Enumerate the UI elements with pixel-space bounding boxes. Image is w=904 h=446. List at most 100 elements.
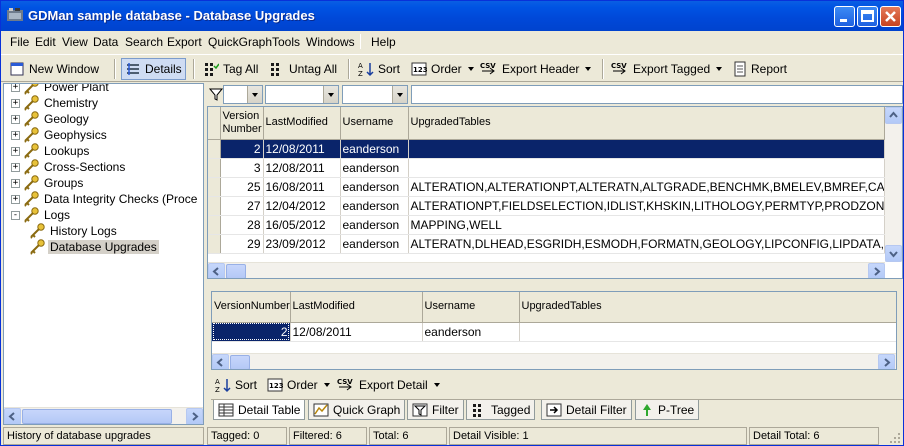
table-cell[interactable]: MAPPING,WELL: [408, 215, 885, 235]
resize-grip-icon[interactable]: [889, 432, 901, 444]
filter-combo-lastmodified[interactable]: [265, 85, 339, 104]
table-cell[interactable]: 23/09/2012: [263, 234, 341, 254]
export-header-button[interactable]: CSV Export Header: [480, 58, 592, 80]
row-indicator[interactable]: [208, 139, 221, 159]
tab-tagged[interactable]: Tagged: [466, 400, 536, 420]
menu-search[interactable]: Search: [125, 35, 163, 49]
scroll-down-arrow[interactable]: [885, 245, 902, 262]
menu-view[interactable]: View: [62, 35, 88, 49]
tree-item[interactable]: + Power Plant: [11, 84, 111, 95]
tree-expander-icon[interactable]: +: [11, 194, 20, 204]
tree-item[interactable]: - Logs: [11, 207, 72, 223]
tab-p-tree[interactable]: P-Tree: [635, 400, 700, 420]
table-row[interactable]: 2 12/08/2011 eanderson: [208, 139, 885, 159]
order-dropdown-arrow[interactable]: [323, 383, 330, 387]
table-cell[interactable]: 12/08/2011: [263, 158, 341, 178]
tree-item[interactable]: + Chemistry: [11, 95, 100, 111]
tree-expander-icon[interactable]: +: [11, 178, 20, 188]
filter-icon[interactable]: [209, 87, 223, 101]
minimize-button[interactable]: [834, 6, 855, 27]
table-cell[interactable]: ALTERATION,ALTERATIONPT,ALTERATN,ALTGRAD…: [408, 177, 885, 197]
table-cell[interactable]: eanderson: [340, 139, 409, 159]
table-cell[interactable]: 12/04/2012: [263, 196, 341, 216]
row-indicator[interactable]: [208, 196, 221, 216]
export-detail-dropdown-arrow[interactable]: [433, 383, 440, 387]
menu-help[interactable]: Help: [371, 35, 396, 49]
table-row[interactable]: 29 23/09/2012 eanderson ALTERATN,DLHEAD,ESG…: [208, 234, 885, 254]
table-cell[interactable]: 29: [220, 234, 264, 254]
tree-expander-icon[interactable]: +: [11, 162, 20, 172]
scroll-left-arrow[interactable]: [208, 263, 225, 278]
table-cell[interactable]: 27: [220, 196, 264, 216]
table-cell[interactable]: eanderson: [340, 177, 409, 197]
table-cell[interactable]: 25: [220, 177, 264, 197]
menu-edit[interactable]: Edit: [35, 35, 56, 49]
scroll-right-arrow[interactable]: [186, 408, 203, 424]
menu-export[interactable]: Export: [167, 35, 202, 49]
table-cell[interactable]: 16/08/2011: [263, 177, 341, 197]
row-indicator[interactable]: [208, 158, 221, 178]
table-cell[interactable]: eanderson: [340, 196, 409, 216]
filter-combo-version[interactable]: [223, 85, 263, 104]
menu-quickgraph[interactable]: QuickGraph: [208, 35, 272, 49]
chevron-down-icon[interactable]: [323, 86, 338, 103]
scroll-left-arrow[interactable]: [4, 408, 21, 424]
scroll-thumb[interactable]: [22, 409, 172, 424]
row-indicator[interactable]: [208, 177, 221, 197]
table-cell[interactable]: eanderson: [340, 234, 409, 254]
tab-detail-table[interactable]: Detail Table: [213, 400, 306, 420]
sort-button[interactable]: AZ Sort: [358, 58, 400, 80]
tab-quick-graph[interactable]: Quick Graph: [308, 400, 406, 420]
table-row[interactable]: 27 12/04/2012 eanderson ALTERATIONPT,FIELDS…: [208, 196, 885, 216]
table-cell[interactable]: ALTERATIONPT,FIELDSELECTION,IDLIST,KHSKI…: [408, 196, 885, 216]
master-grid[interactable]: Version Number LastModified Username Upg…: [207, 106, 903, 279]
title-bar[interactable]: GDMan sample database - Database Upgrade…: [1, 1, 903, 31]
tab-detail-filter[interactable]: Detail Filter: [541, 400, 632, 420]
table-cell[interactable]: 16/05/2012: [263, 215, 341, 235]
scroll-left-arrow[interactable]: [212, 354, 229, 369]
filter-input-upgradedtables[interactable]: [411, 85, 903, 104]
tree-expander-icon[interactable]: +: [11, 114, 20, 124]
detail-horizontal-scrollbar[interactable]: [212, 353, 896, 369]
row-indicator[interactable]: [208, 234, 221, 254]
column-header-lastmodified[interactable]: LastModified: [290, 292, 423, 323]
tree-item[interactable]: + Geophysics: [11, 127, 109, 143]
untag-all-button[interactable]: Untag All: [269, 58, 337, 80]
column-header-username[interactable]: Username: [422, 292, 520, 323]
detail-order-button[interactable]: 123 Order: [267, 374, 330, 396]
tab-filter[interactable]: Filter: [407, 400, 464, 420]
chevron-down-icon[interactable]: [247, 86, 262, 103]
scroll-up-arrow[interactable]: [885, 107, 902, 124]
pane-splitter[interactable]: [207, 281, 903, 287]
column-header-versionnumber[interactable]: VersionNumber: [212, 292, 291, 323]
table-cell[interactable]: 2: [220, 139, 264, 159]
tag-all-button[interactable]: Tag All: [203, 58, 258, 80]
menu-file[interactable]: File: [10, 35, 29, 49]
order-dropdown-arrow[interactable]: [467, 67, 474, 71]
column-header-username[interactable]: Username: [340, 107, 409, 140]
detail-sort-button[interactable]: AZ Sort: [215, 374, 257, 396]
tree-item[interactable]: + Cross-Sections: [11, 159, 127, 175]
scroll-thumb[interactable]: [230, 355, 250, 369]
table-cell[interactable]: 3: [220, 158, 264, 178]
chevron-down-icon[interactable]: [392, 86, 407, 103]
scroll-right-arrow[interactable]: [878, 354, 895, 369]
table-cell[interactable]: [519, 322, 896, 342]
column-header-upgradedtables[interactable]: UpgradedTables: [519, 292, 896, 323]
tree-item[interactable]: History Logs: [28, 223, 119, 239]
master-horizontal-scrollbar[interactable]: [208, 262, 885, 278]
menu-tools[interactable]: Tools: [272, 35, 300, 49]
app-icon[interactable]: [6, 7, 24, 23]
new-window-button[interactable]: New Window: [9, 58, 99, 80]
master-vertical-scrollbar[interactable]: [885, 107, 902, 262]
table-row[interactable]: 25 16/08/2011 eanderson ALTERATION,ALTERATI…: [208, 177, 885, 197]
tree-item[interactable]: + Geology: [11, 111, 91, 127]
tree-expander-icon[interactable]: +: [11, 84, 20, 92]
tree-item[interactable]: + Lookups: [11, 143, 91, 159]
menu-data[interactable]: Data: [93, 35, 118, 49]
tree-expander-icon[interactable]: -: [11, 210, 20, 220]
close-button[interactable]: [880, 6, 901, 27]
column-header-version[interactable]: Version Number: [220, 107, 264, 140]
table-cell[interactable]: [408, 139, 885, 159]
maximize-button[interactable]: [857, 6, 878, 27]
